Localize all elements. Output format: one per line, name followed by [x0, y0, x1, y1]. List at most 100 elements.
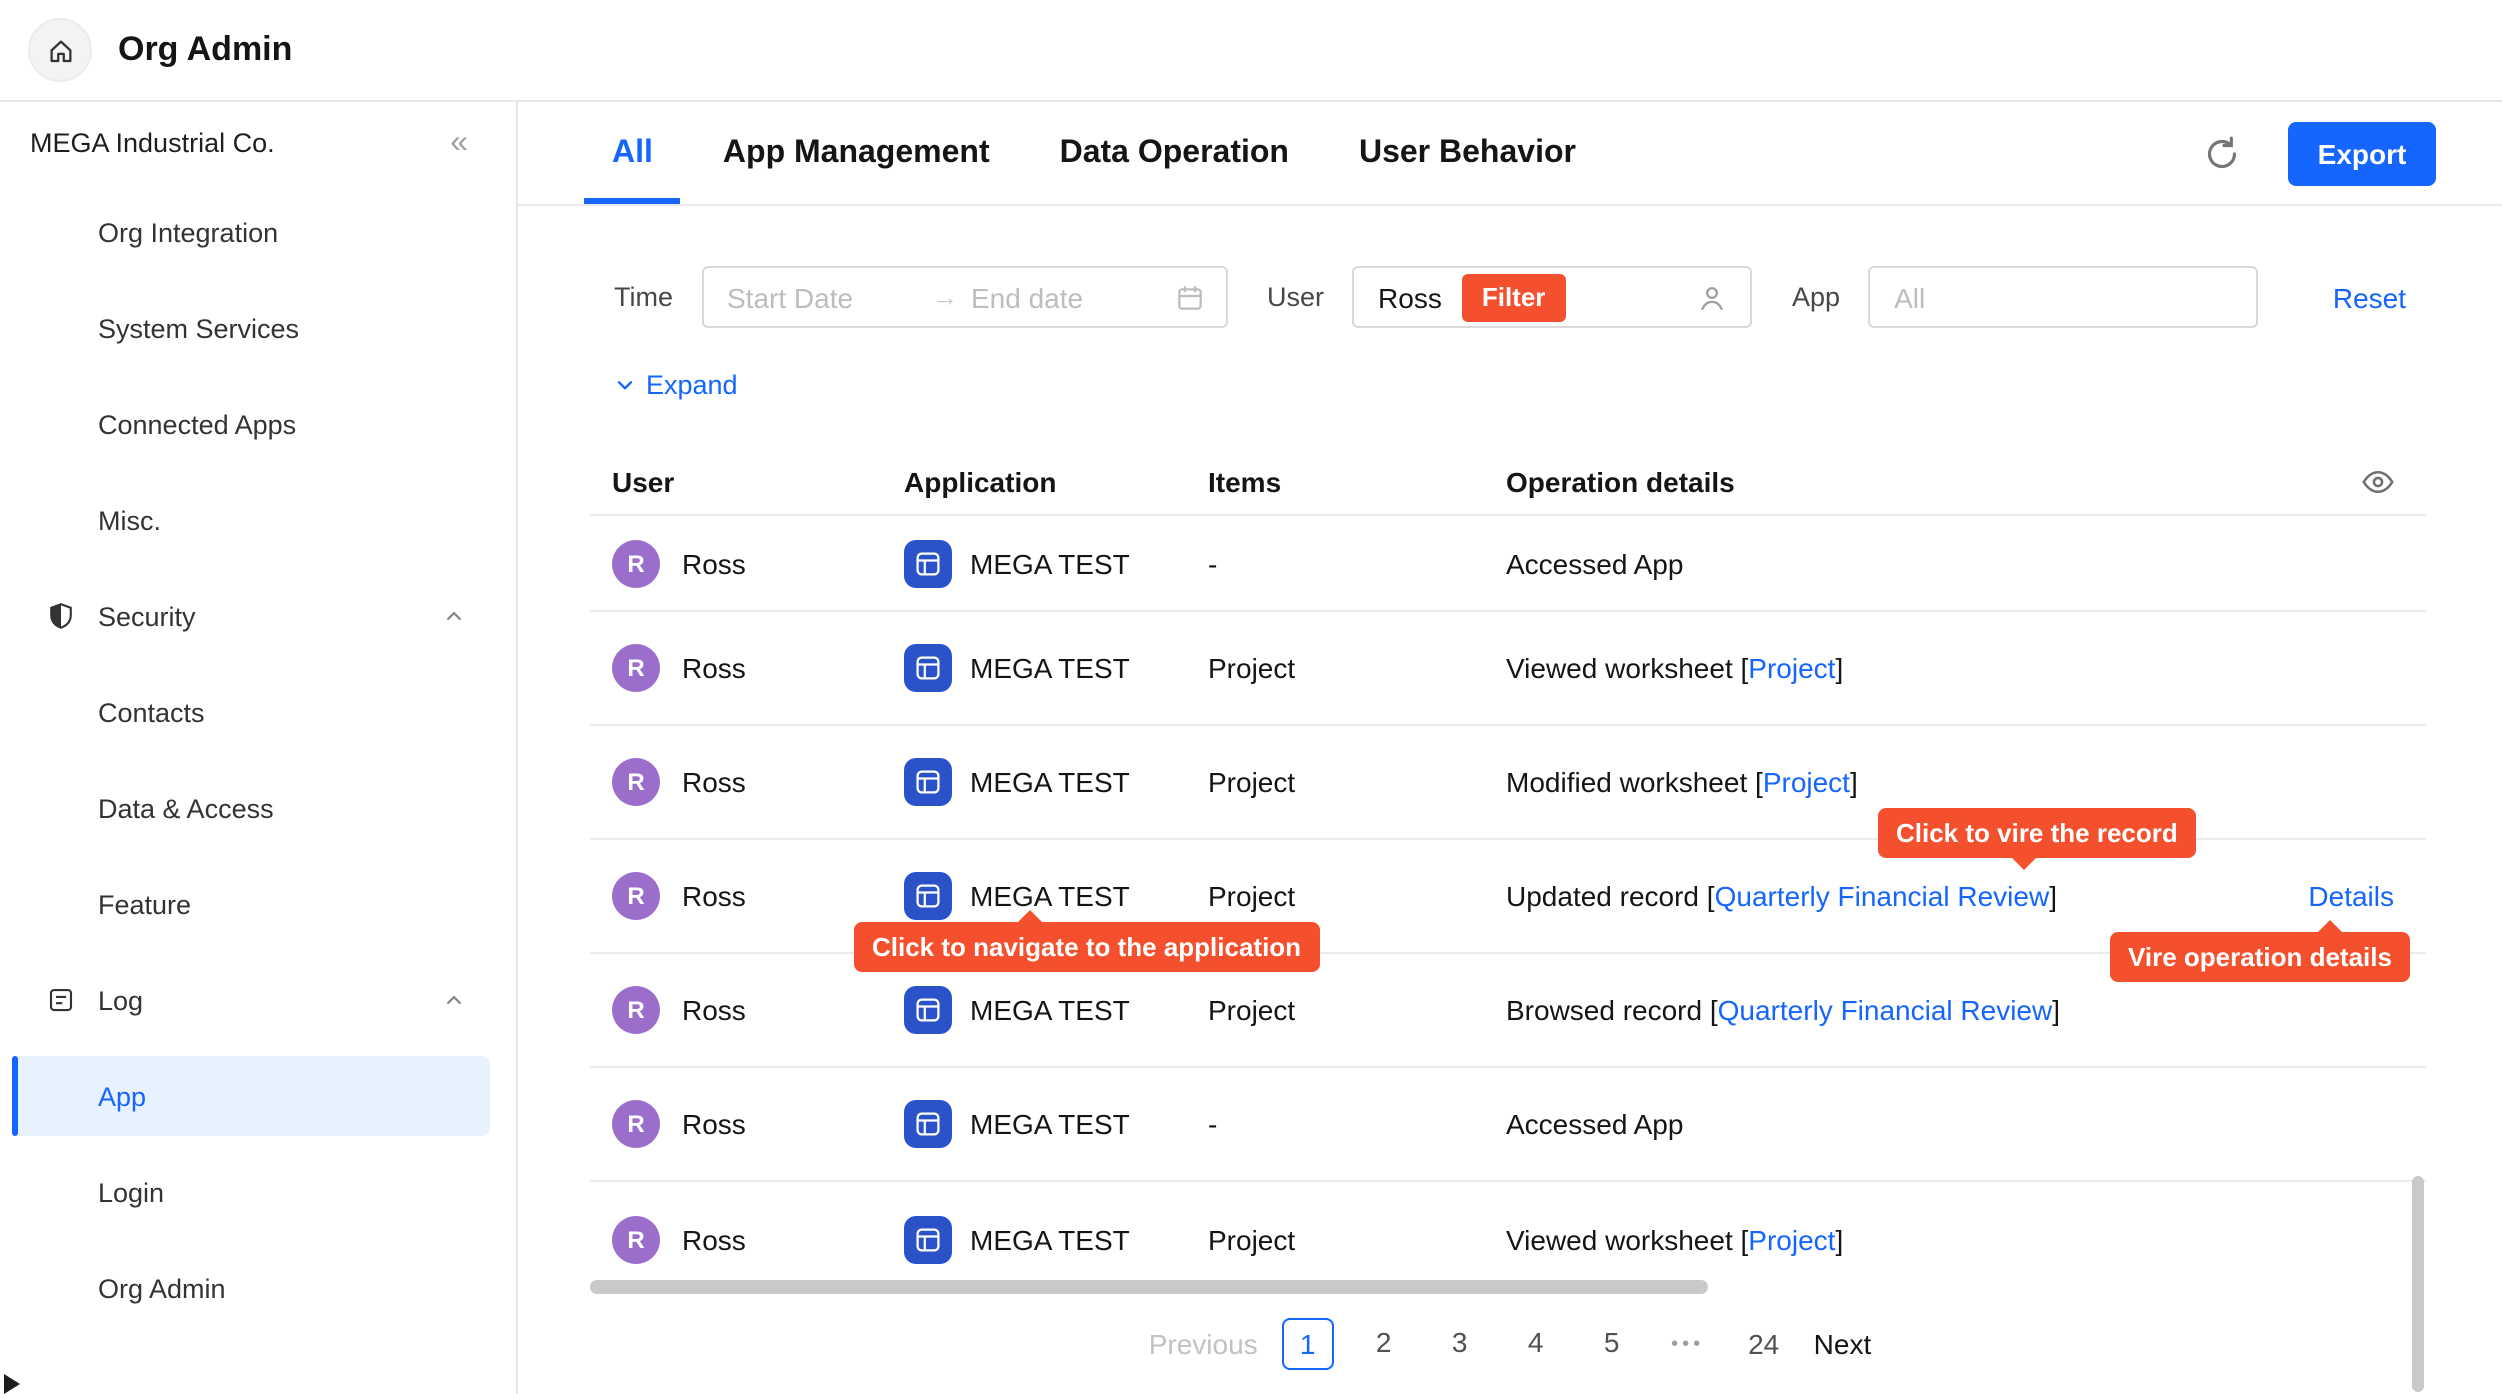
- collapse-sidebar-icon[interactable]: «: [450, 127, 468, 159]
- column-items: Items: [1208, 466, 1281, 498]
- expand-label: Expand: [646, 370, 738, 400]
- pagination-ellipsis[interactable]: •••: [1662, 1333, 1714, 1355]
- operation-text: ]: [2049, 880, 2057, 912]
- operation-text: Modified worksheet [: [1506, 766, 1763, 798]
- table-row: RRossMEGA TESTProjectViewed worksheet [P…: [590, 1182, 2426, 1296]
- operation-text: Browsed record [: [1506, 994, 1718, 1026]
- avatar: R: [612, 986, 660, 1034]
- operation-text: ]: [2052, 994, 2060, 1026]
- home-button[interactable]: [28, 18, 92, 82]
- expand-toggle[interactable]: Expand: [612, 370, 738, 400]
- sidebar-item-feature[interactable]: Feature: [0, 856, 516, 952]
- home-icon: [45, 35, 75, 65]
- export-button[interactable]: Export: [2288, 122, 2436, 186]
- previous-button[interactable]: Previous: [1149, 1328, 1258, 1360]
- operation-text: Viewed worksheet [: [1506, 652, 1748, 684]
- avatar: R: [612, 644, 660, 692]
- application-cell[interactable]: MEGA TEST: [904, 1068, 1200, 1180]
- items-cell: -: [1208, 516, 1488, 610]
- sidebar-item-log[interactable]: Log: [0, 952, 516, 1048]
- sidebar-item-org-integration[interactable]: Org Integration: [0, 184, 516, 280]
- record-link[interactable]: Project: [1748, 1223, 1835, 1255]
- start-date-input[interactable]: [727, 281, 919, 313]
- vertical-scrollbar[interactable]: [2412, 1176, 2424, 1392]
- user-filter-input[interactable]: Ross Filter: [1352, 266, 1752, 328]
- column-operation-details: Operation details: [1506, 466, 1735, 498]
- shield-icon: [46, 601, 76, 631]
- sidebar-item-label: Security: [98, 601, 196, 631]
- callout-text: Click to vire the record: [1896, 818, 2178, 848]
- app-icon: [904, 758, 952, 806]
- callout-text: Click to navigate to the application: [872, 932, 1301, 962]
- record-link[interactable]: Project: [1748, 652, 1835, 684]
- user-cell: R Ross: [612, 1182, 892, 1296]
- avatar: R: [612, 1215, 660, 1263]
- chevron-up-icon: [440, 602, 468, 630]
- page-title: Org Admin: [118, 30, 292, 70]
- page-2[interactable]: 2: [1358, 1318, 1410, 1370]
- avatar: R: [612, 758, 660, 806]
- horizontal-scrollbar[interactable]: [590, 1280, 1708, 1294]
- tab-app-management[interactable]: App Management: [723, 102, 990, 204]
- user-name: Ross: [682, 547, 746, 579]
- refresh-icon[interactable]: [2202, 134, 2242, 174]
- tab-user-behavior[interactable]: User Behavior: [1359, 102, 1576, 204]
- filter-chip: Filter: [1462, 273, 1566, 321]
- application-cell[interactable]: MEGA TEST: [904, 726, 1200, 838]
- page-4[interactable]: 4: [1510, 1318, 1562, 1370]
- sidebar-item-system-services[interactable]: System Services: [0, 280, 516, 376]
- date-range-input[interactable]: →: [701, 266, 1227, 328]
- app-name: MEGA TEST: [970, 1108, 1130, 1140]
- application-cell[interactable]: MEGA TEST: [904, 516, 1200, 610]
- app-name: MEGA TEST: [970, 766, 1130, 798]
- chevron-up-icon: [440, 986, 468, 1014]
- sidebar-item-app[interactable]: App: [0, 1048, 516, 1144]
- app-icon: [904, 1215, 952, 1263]
- operation-text: ]: [1835, 652, 1843, 684]
- user-name: Ross: [682, 1108, 746, 1140]
- page-1[interactable]: 1: [1282, 1318, 1334, 1370]
- app-filter-input[interactable]: [1868, 266, 2258, 328]
- sidebar-item-connected-apps[interactable]: Connected Apps: [0, 376, 516, 472]
- page-24[interactable]: 24: [1738, 1318, 1790, 1370]
- application-cell[interactable]: MEGA TEST: [904, 1182, 1200, 1296]
- user-cell: RRoss: [612, 954, 892, 1066]
- sidebar-item-label: Connected Apps: [98, 409, 296, 439]
- sidebar-item-security[interactable]: Security: [0, 568, 516, 664]
- page-5[interactable]: 5: [1586, 1318, 1638, 1370]
- record-link[interactable]: Quarterly Financial Review: [1718, 994, 2053, 1026]
- user-name: Ross: [682, 652, 746, 684]
- operation-cell: Accessed App: [1506, 516, 2306, 610]
- eye-icon[interactable]: [2360, 464, 2396, 500]
- calendar-icon[interactable]: [1173, 281, 1205, 313]
- application-cell[interactable]: MEGA TEST: [904, 612, 1200, 724]
- sidebar-item-org-admin[interactable]: Org Admin: [0, 1240, 516, 1336]
- callout-pointer: [2316, 920, 2344, 934]
- details-link[interactable]: Details: [2308, 880, 2394, 912]
- main-panel: All App Management Data Operation User Beha…: [518, 102, 2502, 1394]
- tab-all[interactable]: All: [612, 102, 653, 204]
- sidebar-item-login[interactable]: Login: [0, 1144, 516, 1240]
- tab-data-operation[interactable]: Data Operation: [1060, 102, 1289, 204]
- person-icon[interactable]: [1696, 281, 1728, 313]
- operation-cell: Accessed App: [1506, 1068, 2306, 1180]
- next-button[interactable]: Next: [1814, 1328, 1872, 1360]
- sidebar-item-misc[interactable]: Misc.: [0, 472, 516, 568]
- record-link[interactable]: Quarterly Financial Review: [1715, 880, 2050, 912]
- table-row: R Ross MEGA TEST ProjectViewed worksheet [P…: [590, 612, 2426, 726]
- user-name: Ross: [682, 1223, 746, 1255]
- reset-link[interactable]: Reset: [2333, 281, 2406, 313]
- sidebar-item-data-access[interactable]: Data & Access: [0, 760, 516, 856]
- app-icon: [904, 986, 952, 1034]
- operation-cell: Viewed worksheet [Project]: [1506, 612, 2306, 724]
- sidebar-item-contacts[interactable]: Contacts: [0, 664, 516, 760]
- end-date-input[interactable]: [971, 281, 1127, 313]
- user-name: Ross: [682, 766, 746, 798]
- record-link[interactable]: Project: [1763, 766, 1850, 798]
- app-filter-value[interactable]: [1894, 281, 2232, 313]
- topbar: Org Admin: [0, 0, 2502, 102]
- sidebar-item-label: Login: [98, 1177, 164, 1207]
- app-label: App: [1792, 282, 1840, 312]
- annotation-callout: Vire operation details: [2110, 932, 2410, 982]
- page-3[interactable]: 3: [1434, 1318, 1486, 1370]
